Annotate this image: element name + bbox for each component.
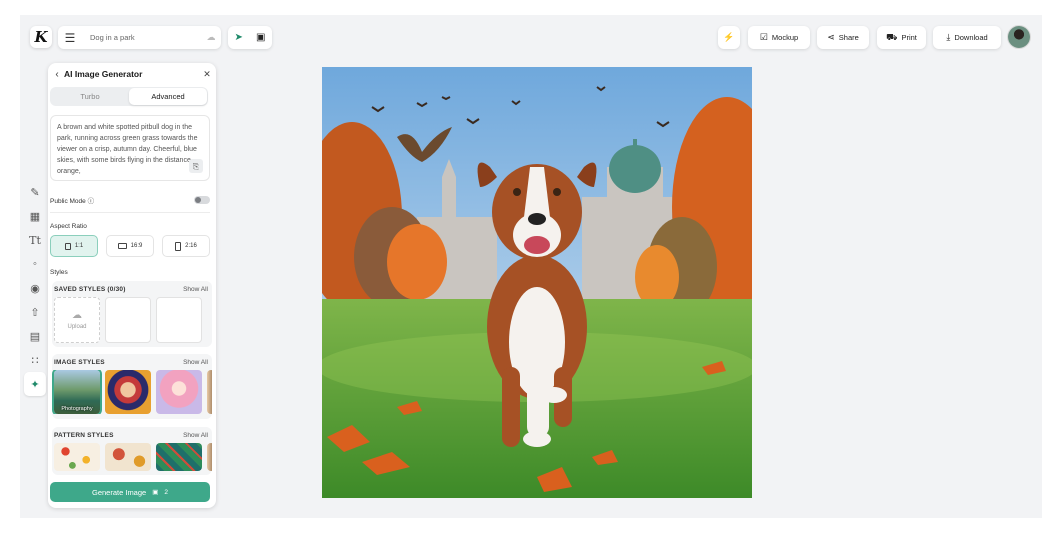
print-button[interactable]: ⛟ Print: [877, 26, 926, 49]
pattern-thumbnail[interactable]: [54, 443, 100, 471]
empty-style-slot: [156, 297, 202, 343]
credits-icon: ▣: [152, 489, 159, 496]
upload-style-slot[interactable]: ☁ Upload: [54, 297, 100, 343]
share-label: Share: [838, 33, 859, 42]
aspect-2-16-label: 2:16: [185, 243, 197, 249]
tab-advanced[interactable]: Advanced: [129, 88, 207, 105]
public-mode-toggle[interactable]: [194, 196, 210, 204]
pattern-styles-title: PATTERN STYLES: [54, 431, 114, 439]
cloud-upload-icon: ☁: [72, 310, 82, 321]
cursor-icon[interactable]: ➤: [235, 32, 243, 43]
ai-generator-panel: ‹ AI Image Generator ✕ Turbo Advanced A …: [48, 63, 216, 508]
prompt-enhance-icon[interactable]: ⎘: [189, 159, 203, 173]
generated-image[interactable]: [322, 67, 752, 498]
aspect-16-9-label: 16:9: [130, 243, 143, 249]
landscape-icon: [117, 243, 127, 249]
prompt-text: A brown and white spotted pitbull dog in…: [57, 124, 198, 175]
style-thumbnail[interactable]: [207, 370, 212, 414]
style-thumbnail[interactable]: [156, 370, 202, 414]
bell-icon: ⚡: [723, 32, 735, 42]
aspect-1-1-label: 1:1: [74, 243, 84, 249]
prompt-textarea[interactable]: A brown and white spotted pitbull dog in…: [50, 115, 210, 181]
aspect-16-9-button[interactable]: 16:9: [106, 235, 154, 257]
generate-image-button[interactable]: Generate Image ▣ 2: [50, 482, 210, 502]
canvas-tools: ➤ ▣: [228, 26, 272, 49]
tab-turbo[interactable]: Turbo: [51, 88, 129, 105]
share-icon: ⋖: [827, 32, 835, 42]
layout-icon[interactable]: ▦: [24, 204, 46, 228]
upload-label: Upload: [67, 324, 87, 330]
aspect-ratio-label: Aspect Ratio: [50, 223, 87, 230]
tshirt-icon: ☑: [759, 32, 768, 42]
panel-title: AI Image Generator: [64, 69, 143, 79]
dog-in-park-illustration: [322, 67, 752, 498]
image-styles-section: IMAGE STYLES Show All Photography: [52, 354, 212, 419]
aspect-1-1-button[interactable]: 1:1: [50, 235, 98, 257]
app-window: K ☰ Dog in a park ☁ ➤ ▣ ⚡ ☑ Mockup ⋖ Share…: [20, 15, 1042, 518]
pattern-thumbnail[interactable]: [156, 443, 202, 471]
saved-styles-title: SAVED STYLES (0/30): [54, 285, 126, 293]
styles-label: Styles: [50, 269, 68, 276]
edit-icon[interactable]: ✎: [24, 180, 46, 204]
close-icon[interactable]: ✕: [200, 69, 214, 80]
text-icon[interactable]: Tt: [24, 228, 46, 252]
public-mode-label: Public Mode: [50, 198, 86, 205]
saved-styles-section: SAVED STYLES (0/30) Show All ☁ Upload: [52, 281, 212, 347]
empty-style-slot: [105, 297, 151, 343]
elements-icon[interactable]: ◉: [24, 276, 46, 300]
pattern-thumbnail[interactable]: [105, 443, 151, 471]
user-avatar[interactable]: [1008, 26, 1030, 48]
style-photography[interactable]: Photography: [54, 370, 100, 414]
public-mode-row: Public Mode ⓘ: [50, 194, 210, 206]
mockup-button[interactable]: ☑ Mockup: [748, 26, 810, 49]
square-icon: [64, 242, 71, 250]
pattern-icon[interactable]: ∷: [24, 348, 46, 372]
document-title[interactable]: Dog in a park: [82, 33, 201, 42]
aspect-ratio-options: 1:1 16:9 2:16: [50, 235, 210, 257]
notification-button[interactable]: ⚡: [718, 26, 740, 49]
aspect-2-16-button[interactable]: 2:16: [162, 235, 210, 257]
shapes-icon[interactable]: ◦: [24, 252, 46, 276]
share-button[interactable]: ⋖ Share: [817, 26, 869, 49]
truck-icon: ⛟: [886, 31, 898, 42]
generate-label: Generate Image: [92, 487, 147, 497]
panel-header: ‹ AI Image Generator ✕: [48, 63, 216, 85]
image-icon[interactable]: ▤: [24, 324, 46, 348]
crop-icon[interactable]: ▣: [256, 32, 265, 43]
download-icon: ⤓: [946, 32, 951, 42]
credits-count: 2: [164, 488, 168, 496]
divider: [50, 212, 210, 213]
tool-rail: ✎ ▦ Tt ◦ ◉ ⇧ ▤ ∷ ✦: [24, 180, 46, 396]
cloud-icon: ☁: [206, 32, 216, 42]
portrait-icon: [175, 241, 182, 251]
print-label: Print: [901, 33, 917, 42]
image-styles-show-all[interactable]: Show All: [183, 359, 208, 366]
pattern-thumbnail[interactable]: [207, 443, 212, 471]
mockup-label: Mockup: [771, 33, 799, 42]
hamburger-icon[interactable]: ☰: [58, 26, 82, 49]
ai-sparkle-icon[interactable]: ✦: [24, 372, 46, 396]
pattern-styles-section: PATTERN STYLES Show All: [52, 427, 212, 475]
pattern-styles-show-all[interactable]: Show All: [183, 432, 208, 439]
style-thumbnail[interactable]: [105, 370, 151, 414]
download-label: Download: [954, 33, 988, 42]
download-button[interactable]: ⤓ Download: [933, 26, 1001, 49]
info-icon[interactable]: ⓘ: [88, 198, 95, 205]
upload-icon[interactable]: ⇧: [24, 300, 46, 324]
document-title-bar: ☰ Dog in a park ☁: [58, 26, 221, 49]
app-logo[interactable]: K: [30, 26, 52, 48]
image-styles-title: IMAGE STYLES: [54, 358, 105, 366]
back-chevron-icon[interactable]: ‹: [50, 69, 64, 80]
saved-styles-show-all[interactable]: Show All: [183, 286, 208, 293]
style-caption: Photography: [61, 406, 93, 412]
mode-tabs: Turbo Advanced: [50, 87, 208, 106]
